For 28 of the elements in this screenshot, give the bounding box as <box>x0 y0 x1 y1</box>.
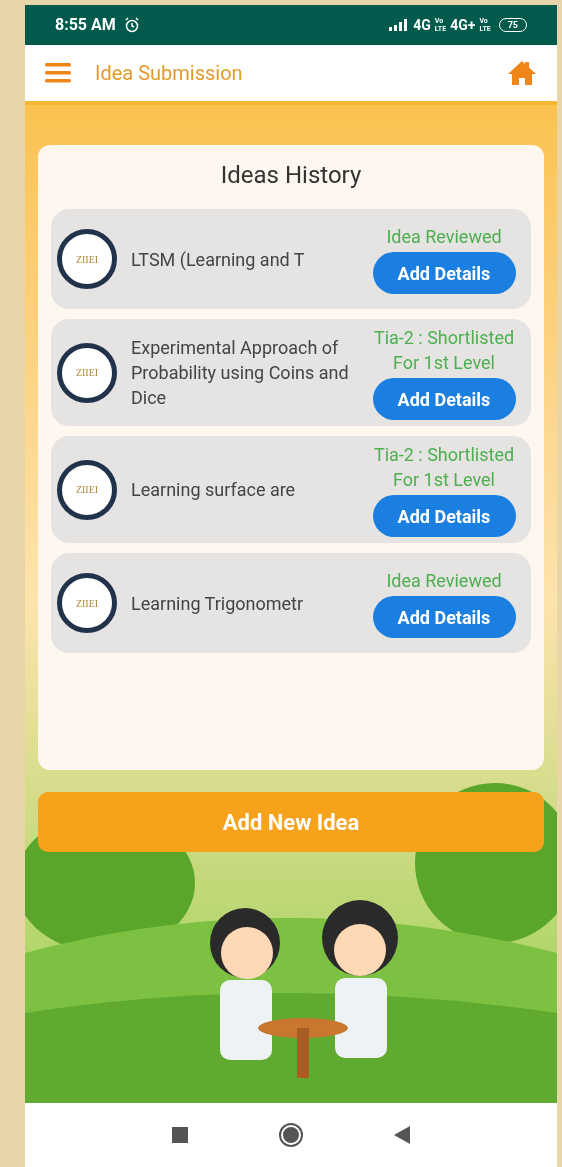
signal-icon <box>389 19 410 31</box>
badge-logo: ZIIEI <box>57 229 117 289</box>
triangle-icon[interactable] <box>394 1126 410 1144</box>
badge-logo: ZIIEI <box>57 459 117 520</box>
clock-time: 8:55 AM <box>55 14 116 36</box>
add-new-idea-button[interactable]: Add New Idea <box>38 792 544 852</box>
idea-status: Idea Reviewed <box>386 225 502 249</box>
home-icon[interactable] <box>507 60 537 86</box>
badge-logo: ZIIEI <box>57 342 117 403</box>
network-label: 4G <box>413 15 431 35</box>
add-details-button[interactable]: Add Details <box>372 252 516 294</box>
screen-title: Idea Submission <box>95 60 243 87</box>
network-label: 4G+ <box>450 15 476 35</box>
idea-status: Idea Reviewed <box>386 569 502 593</box>
idea-title: LTSM (Learning and T <box>131 247 306 272</box>
idea-status: Tia-2 : Shortlisted For 1st Level <box>372 326 516 375</box>
idea-title: Learning surface are <box>131 478 297 502</box>
badge-logo: ZIIEI <box>57 573 117 633</box>
circle-icon[interactable] <box>278 1122 304 1148</box>
add-details-button[interactable]: Add Details <box>372 495 516 537</box>
idea-title: Experimental Approach of Probability using Coins and Dice <box>131 336 350 410</box>
add-details-button[interactable]: Add Details <box>372 378 516 420</box>
add-details-button[interactable]: Add Details <box>372 596 516 638</box>
menu-icon[interactable] <box>45 63 71 83</box>
alarm-icon <box>123 17 140 33</box>
idea-title: Learning Trigonometr <box>131 591 305 616</box>
card-title: Ideas History <box>220 160 362 191</box>
idea-status: Tia-2 : Shortlisted For 1st Level <box>372 443 516 492</box>
